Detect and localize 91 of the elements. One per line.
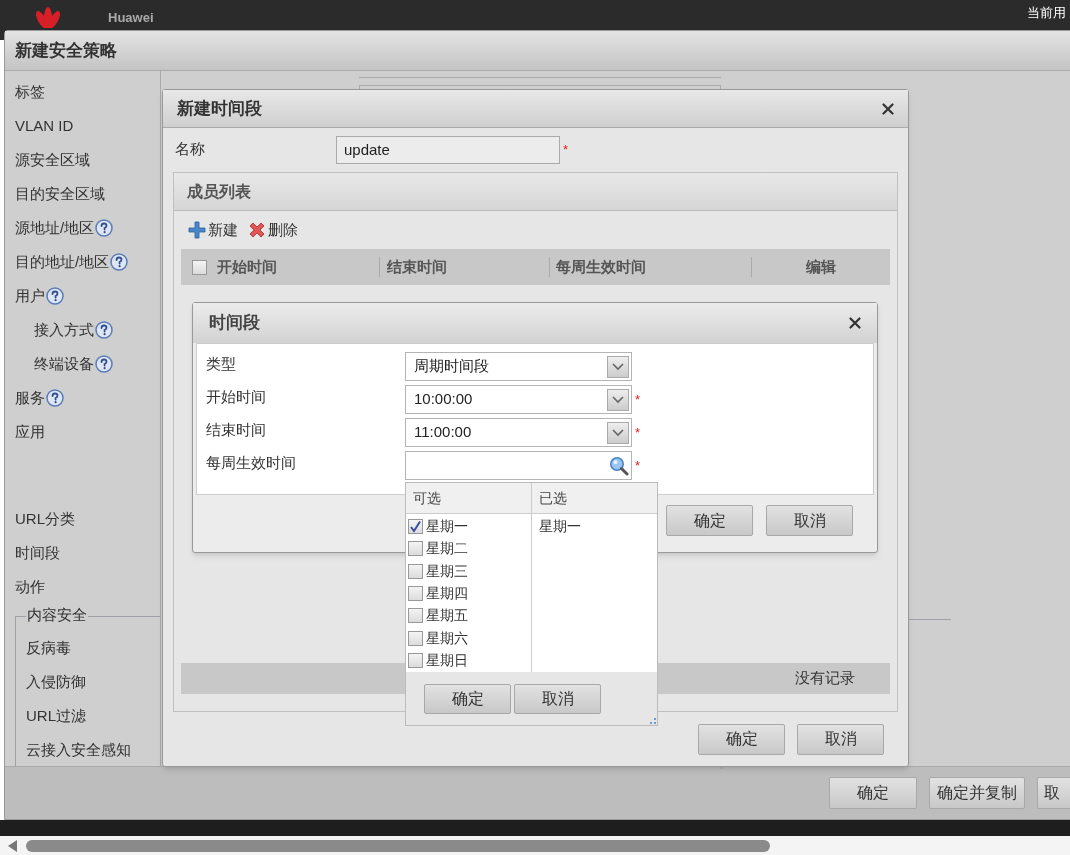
weekday-option[interactable]: 星期日 (406, 649, 531, 672)
field-value: 10:00:00 (414, 389, 473, 410)
field-label: 源安全区域 (15, 149, 90, 170)
plus-icon (188, 221, 206, 239)
field-label: 动作 (15, 576, 45, 597)
required-mark: * (635, 459, 641, 472)
help-icon[interactable] (46, 287, 64, 305)
close-icon[interactable] (849, 317, 861, 329)
checkbox[interactable] (408, 541, 423, 557)
help-icon[interactable] (110, 253, 129, 271)
search-icon[interactable] (609, 455, 629, 476)
dialog-button[interactable]: 确定 (424, 683, 511, 714)
field-label: 云接入安全感知 (26, 739, 131, 760)
current-user-label: 当前用 (1027, 6, 1067, 19)
scroll-left-icon[interactable] (8, 839, 18, 852)
field-value: 11:00:00 (414, 422, 472, 443)
help-icon[interactable] (95, 355, 113, 373)
field-label: 目的地址/地区 (15, 251, 110, 272)
dialog-button[interactable]: 确定 (666, 505, 753, 536)
brand-name: Huawei (108, 10, 154, 24)
field-label: 标签 (15, 81, 45, 102)
dialog-button[interactable]: 确定并复制 (929, 777, 1025, 809)
checkbox[interactable] (408, 630, 423, 646)
dialog-button[interactable]: 确定 (698, 723, 785, 755)
field-label: 结束时间 (206, 421, 266, 438)
dialog-button[interactable]: 取消 (766, 505, 853, 536)
dialog-button[interactable]: 取消 (514, 683, 601, 714)
name-field[interactable]: update (336, 136, 560, 164)
required-mark: * (635, 426, 641, 439)
column-header: 每周生效时间 (556, 256, 646, 277)
field-label: 源地址/地区 (15, 217, 95, 238)
dialog-button[interactable]: 取消 (797, 723, 884, 755)
panel-title: 成员列表 (187, 181, 251, 202)
column-header: 编辑 (806, 256, 836, 277)
field-label: 类型 (206, 355, 236, 372)
weekday-option[interactable]: 星期二 (406, 537, 531, 560)
weekday-option[interactable]: 星期六 (406, 627, 531, 650)
help-icon[interactable] (95, 321, 113, 339)
field-label: 每周生效时间 (206, 454, 296, 471)
field-label: VLAN ID (15, 115, 74, 136)
field-label: URL过滤 (26, 705, 86, 726)
column-header: 结束时间 (387, 256, 447, 277)
field-label: URL分类 (15, 508, 75, 529)
field-label: 时间段 (15, 542, 60, 563)
empty-records-text: 没有记录 (795, 668, 855, 689)
search-field[interactable] (405, 451, 632, 480)
weekday-option[interactable]: 星期三 (406, 559, 531, 583)
checkbox[interactable] (408, 585, 423, 601)
help-icon[interactable] (46, 389, 64, 407)
required-mark: * (635, 393, 641, 406)
dialog-title: 时间段 (209, 312, 260, 335)
checkbox[interactable] (408, 563, 423, 579)
field-label: 反病毒 (26, 637, 71, 658)
dialog-button[interactable]: 确定 (829, 777, 917, 809)
checkbox[interactable] (408, 608, 423, 624)
dialog-title: 新建安全策略 (15, 39, 117, 62)
field-label: 入侵防御 (26, 671, 86, 692)
resize-grip-icon[interactable] (650, 718, 656, 724)
field-value: 周期时间段 (414, 356, 489, 377)
chosen-weekday: 星期一 (539, 516, 581, 536)
checkbox[interactable] (192, 259, 207, 275)
dialog-button[interactable]: 取 (1037, 777, 1070, 809)
weekday-option[interactable]: 星期一 (406, 515, 531, 538)
weekday-option[interactable]: 星期四 (406, 582, 531, 605)
field-label: 接入方式 (34, 319, 94, 340)
close-icon[interactable] (882, 102, 894, 115)
group-legend: 内容安全 (26, 607, 88, 622)
toolbar-button[interactable]: 新建 (188, 218, 238, 242)
field-label: 终端设备 (34, 353, 94, 374)
field-label: 目的安全区域 (15, 183, 105, 204)
column-header: 已选 (539, 488, 567, 508)
column-header: 开始时间 (217, 256, 277, 277)
dropdown-field[interactable]: 周期时间段 (405, 352, 632, 381)
field-label: 服务 (15, 387, 45, 408)
checkbox[interactable] (408, 518, 423, 534)
dropdown-field[interactable]: 10:00:00 (405, 385, 632, 414)
horizontal-scrollbar[interactable] (0, 836, 1070, 855)
delete-icon (248, 221, 266, 239)
name-label: 名称 (175, 139, 206, 159)
field-label: 应用 (15, 421, 45, 442)
column-header: 可选 (413, 488, 441, 508)
dialog-title: 新建时间段 (177, 97, 262, 120)
field-label: 开始时间 (206, 388, 266, 405)
help-icon[interactable] (95, 219, 114, 237)
toolbar-button[interactable]: 删除 (248, 218, 298, 242)
field-label: 用户 (15, 285, 45, 306)
field-value: update (344, 139, 390, 160)
checkbox[interactable] (408, 653, 423, 669)
required-mark: * (563, 141, 569, 160)
dropdown-field[interactable]: 11:00:00 (405, 418, 632, 447)
weekday-option[interactable]: 星期五 (406, 604, 531, 628)
